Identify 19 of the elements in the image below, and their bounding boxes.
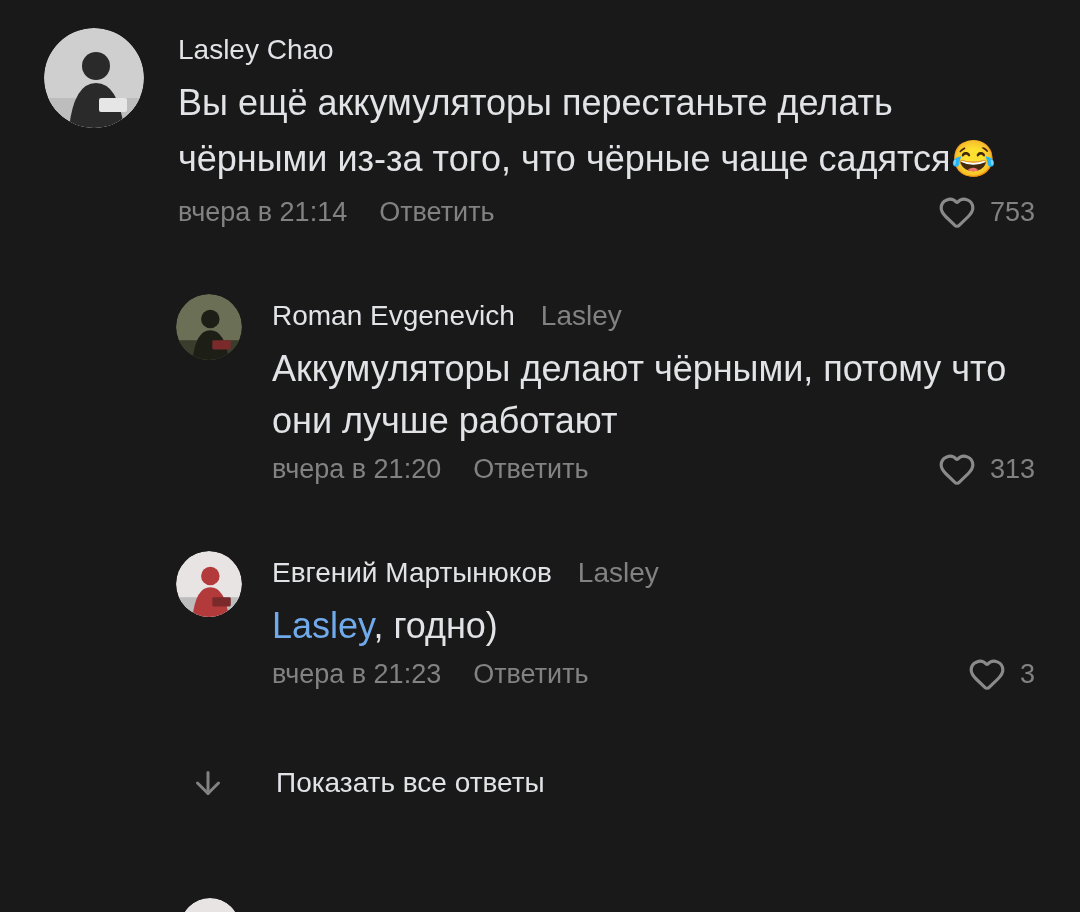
mention-link[interactable]: Lasley: [272, 605, 374, 646]
reply-button[interactable]: Ответить: [473, 653, 589, 695]
comment-text: Вы ещё аккумуляторы перестаньте делать чёрными из-за того, что чёрные чаще садятся😂: [178, 81, 997, 181]
reply-button[interactable]: Ответить: [473, 448, 589, 490]
author-name[interactable]: Roman Evgenevich: [272, 295, 515, 337]
author-name[interactable]: Евгений Мартынюков: [272, 552, 552, 594]
author-name[interactable]: Lasley Chao: [178, 29, 334, 71]
comment-text: Lasley, годно): [272, 604, 499, 648]
like-count: 3: [1019, 657, 1035, 691]
comment-time: вчера в 21:20: [272, 452, 442, 486]
comment-time: вчера в 21:14: [178, 195, 348, 229]
show-all-replies-button[interactable]: Показать все ответы: [190, 763, 545, 803]
like-count: 753: [989, 195, 1035, 229]
comment-text: Аккумуляторы делают чёрными, потому что они лучше работают: [272, 347, 1008, 443]
reply-to[interactable]: Lasley: [577, 552, 659, 594]
reply-button[interactable]: Ответить: [379, 191, 495, 233]
reply-to[interactable]: Lasley: [540, 295, 622, 337]
like-count: 313: [989, 452, 1035, 486]
comment-time: вчера в 21:23: [272, 657, 442, 691]
